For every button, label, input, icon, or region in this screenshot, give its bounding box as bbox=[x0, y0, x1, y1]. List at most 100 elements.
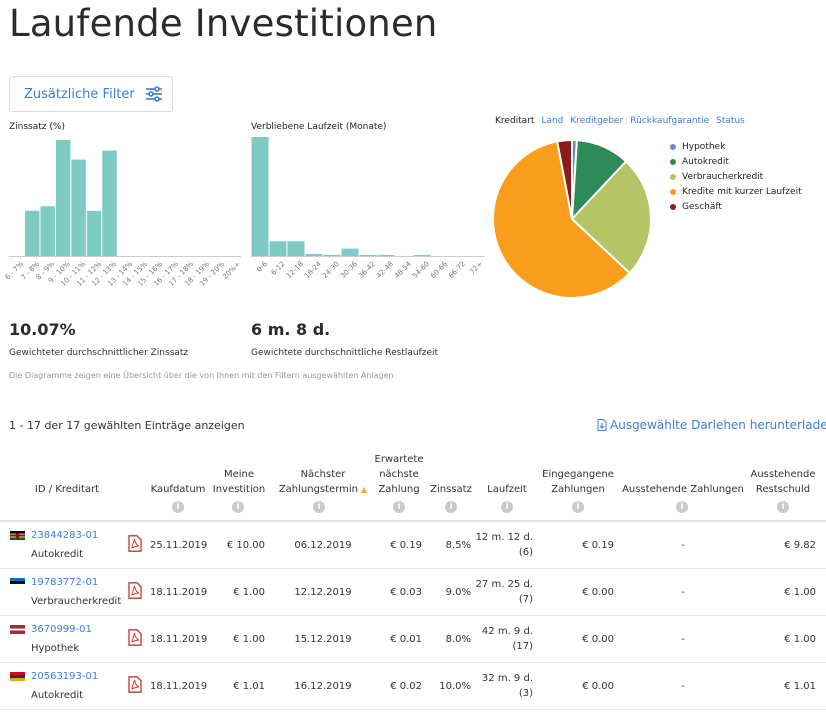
interest-rate: 8.5% bbox=[445, 540, 471, 551]
info-icon[interactable]: i bbox=[393, 501, 405, 513]
tab-rueckkaufgarantie[interactable]: Rückkaufgarantie bbox=[630, 116, 709, 126]
purchase-date: 18.11.2019 bbox=[150, 634, 208, 645]
tick-label: 30-36 bbox=[338, 260, 359, 281]
flag-kenya-icon bbox=[10, 531, 25, 540]
histogram-bar[interactable] bbox=[359, 254, 377, 256]
histogram-bar[interactable] bbox=[323, 254, 341, 256]
loan-id-link[interactable]: 20563193-01 bbox=[31, 671, 98, 682]
histogram-bar[interactable] bbox=[71, 159, 86, 256]
histogram-bar[interactable] bbox=[86, 210, 102, 256]
loan-id-link[interactable]: 19783772-01 bbox=[31, 577, 98, 588]
loan-id-link[interactable]: 3670999-01 bbox=[31, 624, 92, 635]
download-loans-link[interactable]: Ausgewählte Darlehen herunterladen bbox=[597, 418, 826, 432]
tick-label: 42-48 bbox=[374, 260, 395, 281]
interest-rate: 10.0% bbox=[439, 681, 471, 692]
outstanding-payments: - bbox=[681, 540, 685, 551]
received-payments: € 0.19 bbox=[582, 540, 614, 551]
received-payments: € 0.00 bbox=[582, 681, 614, 692]
histogram-bar[interactable] bbox=[55, 140, 71, 256]
my-investment: € 1.00 bbox=[233, 634, 265, 645]
next-payment-date: 12.12.2019 bbox=[294, 587, 352, 598]
pdf-icon[interactable] bbox=[128, 629, 142, 650]
flag-latvia-icon bbox=[10, 625, 25, 634]
tick-label: 18-24 bbox=[302, 260, 323, 281]
tab-status[interactable]: Status bbox=[716, 116, 745, 126]
legend-dot bbox=[670, 188, 676, 195]
info-icon[interactable]: i bbox=[572, 501, 584, 513]
legend-item-verbraucherkredit[interactable]: Verbraucherkredit bbox=[670, 169, 802, 184]
loan-type: Hypothek bbox=[31, 643, 80, 654]
info-icon[interactable]: i bbox=[445, 501, 457, 513]
term-chart-title: Verbliebene Laufzeit (Monate) bbox=[251, 122, 387, 132]
legend-item-kurze-laufzeit[interactable]: Kredite mit kurzer Laufzeit bbox=[670, 184, 802, 199]
sliders-icon bbox=[145, 86, 162, 102]
purchase-date: 18.11.2019 bbox=[150, 587, 208, 598]
purchase-date: 18.11.2019 bbox=[150, 681, 208, 692]
col-header-ausstehende-zahlungen[interactable]: Ausstehende Zahlungen bbox=[620, 482, 746, 497]
info-icon[interactable]: i bbox=[676, 501, 688, 513]
tab-kreditart[interactable]: Kreditart bbox=[495, 116, 534, 126]
my-investment: € 1.00 bbox=[233, 587, 265, 598]
info-icon[interactable]: i bbox=[232, 501, 244, 513]
term: 42 m. 9 d. bbox=[481, 626, 533, 637]
info-icon[interactable]: i bbox=[501, 501, 513, 513]
histogram-bar[interactable] bbox=[40, 206, 55, 256]
tab-land[interactable]: Land bbox=[541, 116, 563, 126]
additional-filter-button[interactable]: Zusätzliche Filter bbox=[9, 76, 173, 112]
tick-label: 66-72 bbox=[446, 260, 467, 281]
received-payments: € 0.00 bbox=[582, 634, 614, 645]
legend-item-hypothek[interactable]: Hypothek bbox=[670, 139, 802, 154]
col-header-laufzeit[interactable]: Laufzeit bbox=[482, 482, 532, 497]
col-header-zahlungstermin[interactable]: Nächster Zahlungstermin ▲ bbox=[270, 467, 376, 497]
histogram-bar[interactable] bbox=[413, 254, 431, 256]
legend-item-geschaeft[interactable]: Geschäft bbox=[670, 199, 802, 214]
row-divider bbox=[0, 662, 826, 663]
term: 27 m. 25 d. bbox=[475, 579, 533, 590]
loan-id-link[interactable]: 23844283-01 bbox=[31, 530, 98, 541]
col-header-zinssatz[interactable]: Zinssatz bbox=[428, 482, 474, 497]
pdf-icon[interactable] bbox=[128, 676, 142, 697]
histogram-bar[interactable] bbox=[377, 254, 395, 256]
histogram-bar[interactable] bbox=[24, 210, 40, 256]
row-divider bbox=[0, 709, 826, 710]
histogram-bar[interactable] bbox=[287, 241, 305, 256]
weighted-term-value: 6 m. 8 d. bbox=[251, 320, 331, 339]
outstanding-principal: € 1.00 bbox=[784, 587, 816, 598]
col-header-erwartete[interactable]: Erwartete nächste Zahlung bbox=[372, 452, 426, 497]
col-header-restschuld[interactable]: Ausstehende Restschuld bbox=[746, 467, 820, 497]
histogram-bar[interactable] bbox=[251, 137, 269, 256]
tick-label: 36-42 bbox=[356, 260, 377, 281]
info-icon[interactable]: i bbox=[777, 501, 789, 513]
tab-kreditgeber[interactable]: Kreditgeber bbox=[570, 116, 623, 126]
pdf-icon[interactable] bbox=[128, 535, 142, 556]
sort-asc-icon[interactable]: ▲ bbox=[361, 485, 367, 494]
legend-dot bbox=[670, 158, 676, 165]
weighted-interest-value: 10.07% bbox=[9, 320, 76, 339]
col-header-investition[interactable]: Meine Investition bbox=[212, 467, 266, 497]
outstanding-payments: - bbox=[681, 587, 685, 598]
legend-item-autokredit[interactable]: Autokredit bbox=[670, 154, 802, 169]
header-text: Nächster Zahlungstermin bbox=[278, 469, 359, 495]
tick-label: 60-66 bbox=[428, 260, 449, 281]
histogram-bar[interactable] bbox=[305, 253, 323, 256]
download-label: Ausgewählte Darlehen herunterladen bbox=[610, 418, 826, 432]
header-divider bbox=[0, 520, 826, 522]
loan-type-pie-chart bbox=[492, 138, 652, 299]
legend-label: Verbraucherkredit bbox=[682, 171, 764, 182]
info-icon[interactable]: i bbox=[172, 501, 184, 513]
tick-label: 54-60 bbox=[410, 260, 431, 281]
legend-dot bbox=[670, 173, 676, 180]
col-header-kaufdatum[interactable]: Kaufdatum bbox=[146, 482, 210, 497]
histogram-bar[interactable] bbox=[269, 241, 287, 256]
pdf-icon[interactable] bbox=[128, 582, 142, 603]
expected-next-payment: € 0.19 bbox=[390, 540, 422, 551]
weighted-term-label: Gewichtete durchschnittliche Restlaufzei… bbox=[251, 348, 439, 358]
info-icon[interactable]: i bbox=[313, 501, 325, 513]
tick-label: 0-6 bbox=[254, 260, 269, 274]
col-header-id[interactable]: ID / Kreditart bbox=[24, 482, 110, 497]
col-header-eingegangene[interactable]: Eingegangene Zahlungen bbox=[538, 467, 618, 497]
interest-rate: 9.0% bbox=[445, 587, 471, 598]
histogram-bar[interactable] bbox=[102, 150, 117, 256]
histogram-bar[interactable] bbox=[341, 248, 359, 256]
legend-dot bbox=[670, 203, 676, 210]
